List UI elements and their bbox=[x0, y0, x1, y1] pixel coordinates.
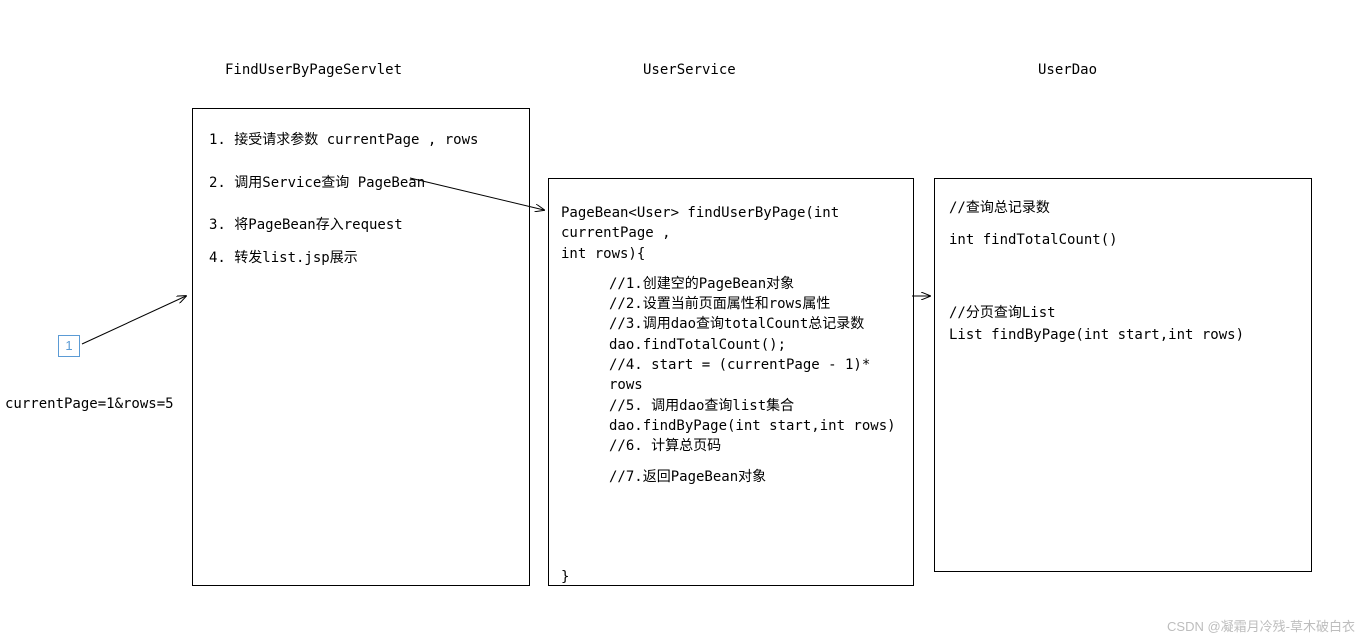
service-close: } bbox=[561, 567, 901, 587]
diagram-canvas: FindUserByPageServlet UserService UserDa… bbox=[0, 0, 1363, 639]
box-servlet: 1. 接受请求参数 currentPage , rows 2. 调用Servic… bbox=[192, 108, 530, 586]
service-body-line: //7.返回PageBean对象 bbox=[609, 467, 901, 487]
service-body-line: //5. 调用dao查询list集合 bbox=[609, 396, 901, 416]
title-servlet: FindUserByPageServlet bbox=[225, 62, 402, 78]
watermark: CSDN @凝霜月冷残-草木破白衣 bbox=[1167, 616, 1355, 635]
box-service: PageBean<User> findUserByPage(int curren… bbox=[548, 178, 914, 586]
service-body-line: //4. start = (currentPage - 1)* rows bbox=[609, 355, 901, 396]
dao-line: //分页查询List bbox=[949, 302, 1297, 324]
service-body-line: //3.调用dao查询totalCount总记录数 bbox=[609, 314, 901, 334]
dao-line: //查询总记录数 bbox=[949, 197, 1297, 219]
servlet-step: 1. 接受请求参数 currentPage , rows bbox=[209, 127, 513, 154]
servlet-step: 4. 转发list.jsp展示 bbox=[209, 245, 513, 272]
arrow-page-to-servlet bbox=[82, 296, 186, 344]
service-body-line: dao.findTotalCount(); bbox=[609, 335, 901, 355]
service-body-line: //1.创建空的PageBean对象 bbox=[609, 274, 901, 294]
box-dao: //查询总记录数 int findTotalCount() //分页查询List… bbox=[934, 178, 1312, 572]
service-sig: PageBean<User> findUserByPage(int curren… bbox=[561, 203, 901, 244]
servlet-step: 2. 调用Service查询 PageBean bbox=[209, 170, 513, 197]
page-button[interactable]: 1 bbox=[58, 335, 80, 357]
dao-line: List findByPage(int start,int rows) bbox=[949, 324, 1297, 346]
service-body-line: //6. 计算总页码 bbox=[609, 436, 901, 456]
service-sig: int rows){ bbox=[561, 244, 901, 264]
service-body-line: //2.设置当前页面属性和rows属性 bbox=[609, 294, 901, 314]
param-text: currentPage=1&rows=5 bbox=[5, 396, 174, 412]
dao-line: int findTotalCount() bbox=[949, 229, 1297, 251]
title-service: UserService bbox=[643, 62, 736, 78]
title-dao: UserDao bbox=[1038, 62, 1097, 78]
servlet-step: 3. 将PageBean存入request bbox=[209, 212, 513, 239]
service-body-line: dao.findByPage(int start,int rows) bbox=[609, 416, 901, 436]
